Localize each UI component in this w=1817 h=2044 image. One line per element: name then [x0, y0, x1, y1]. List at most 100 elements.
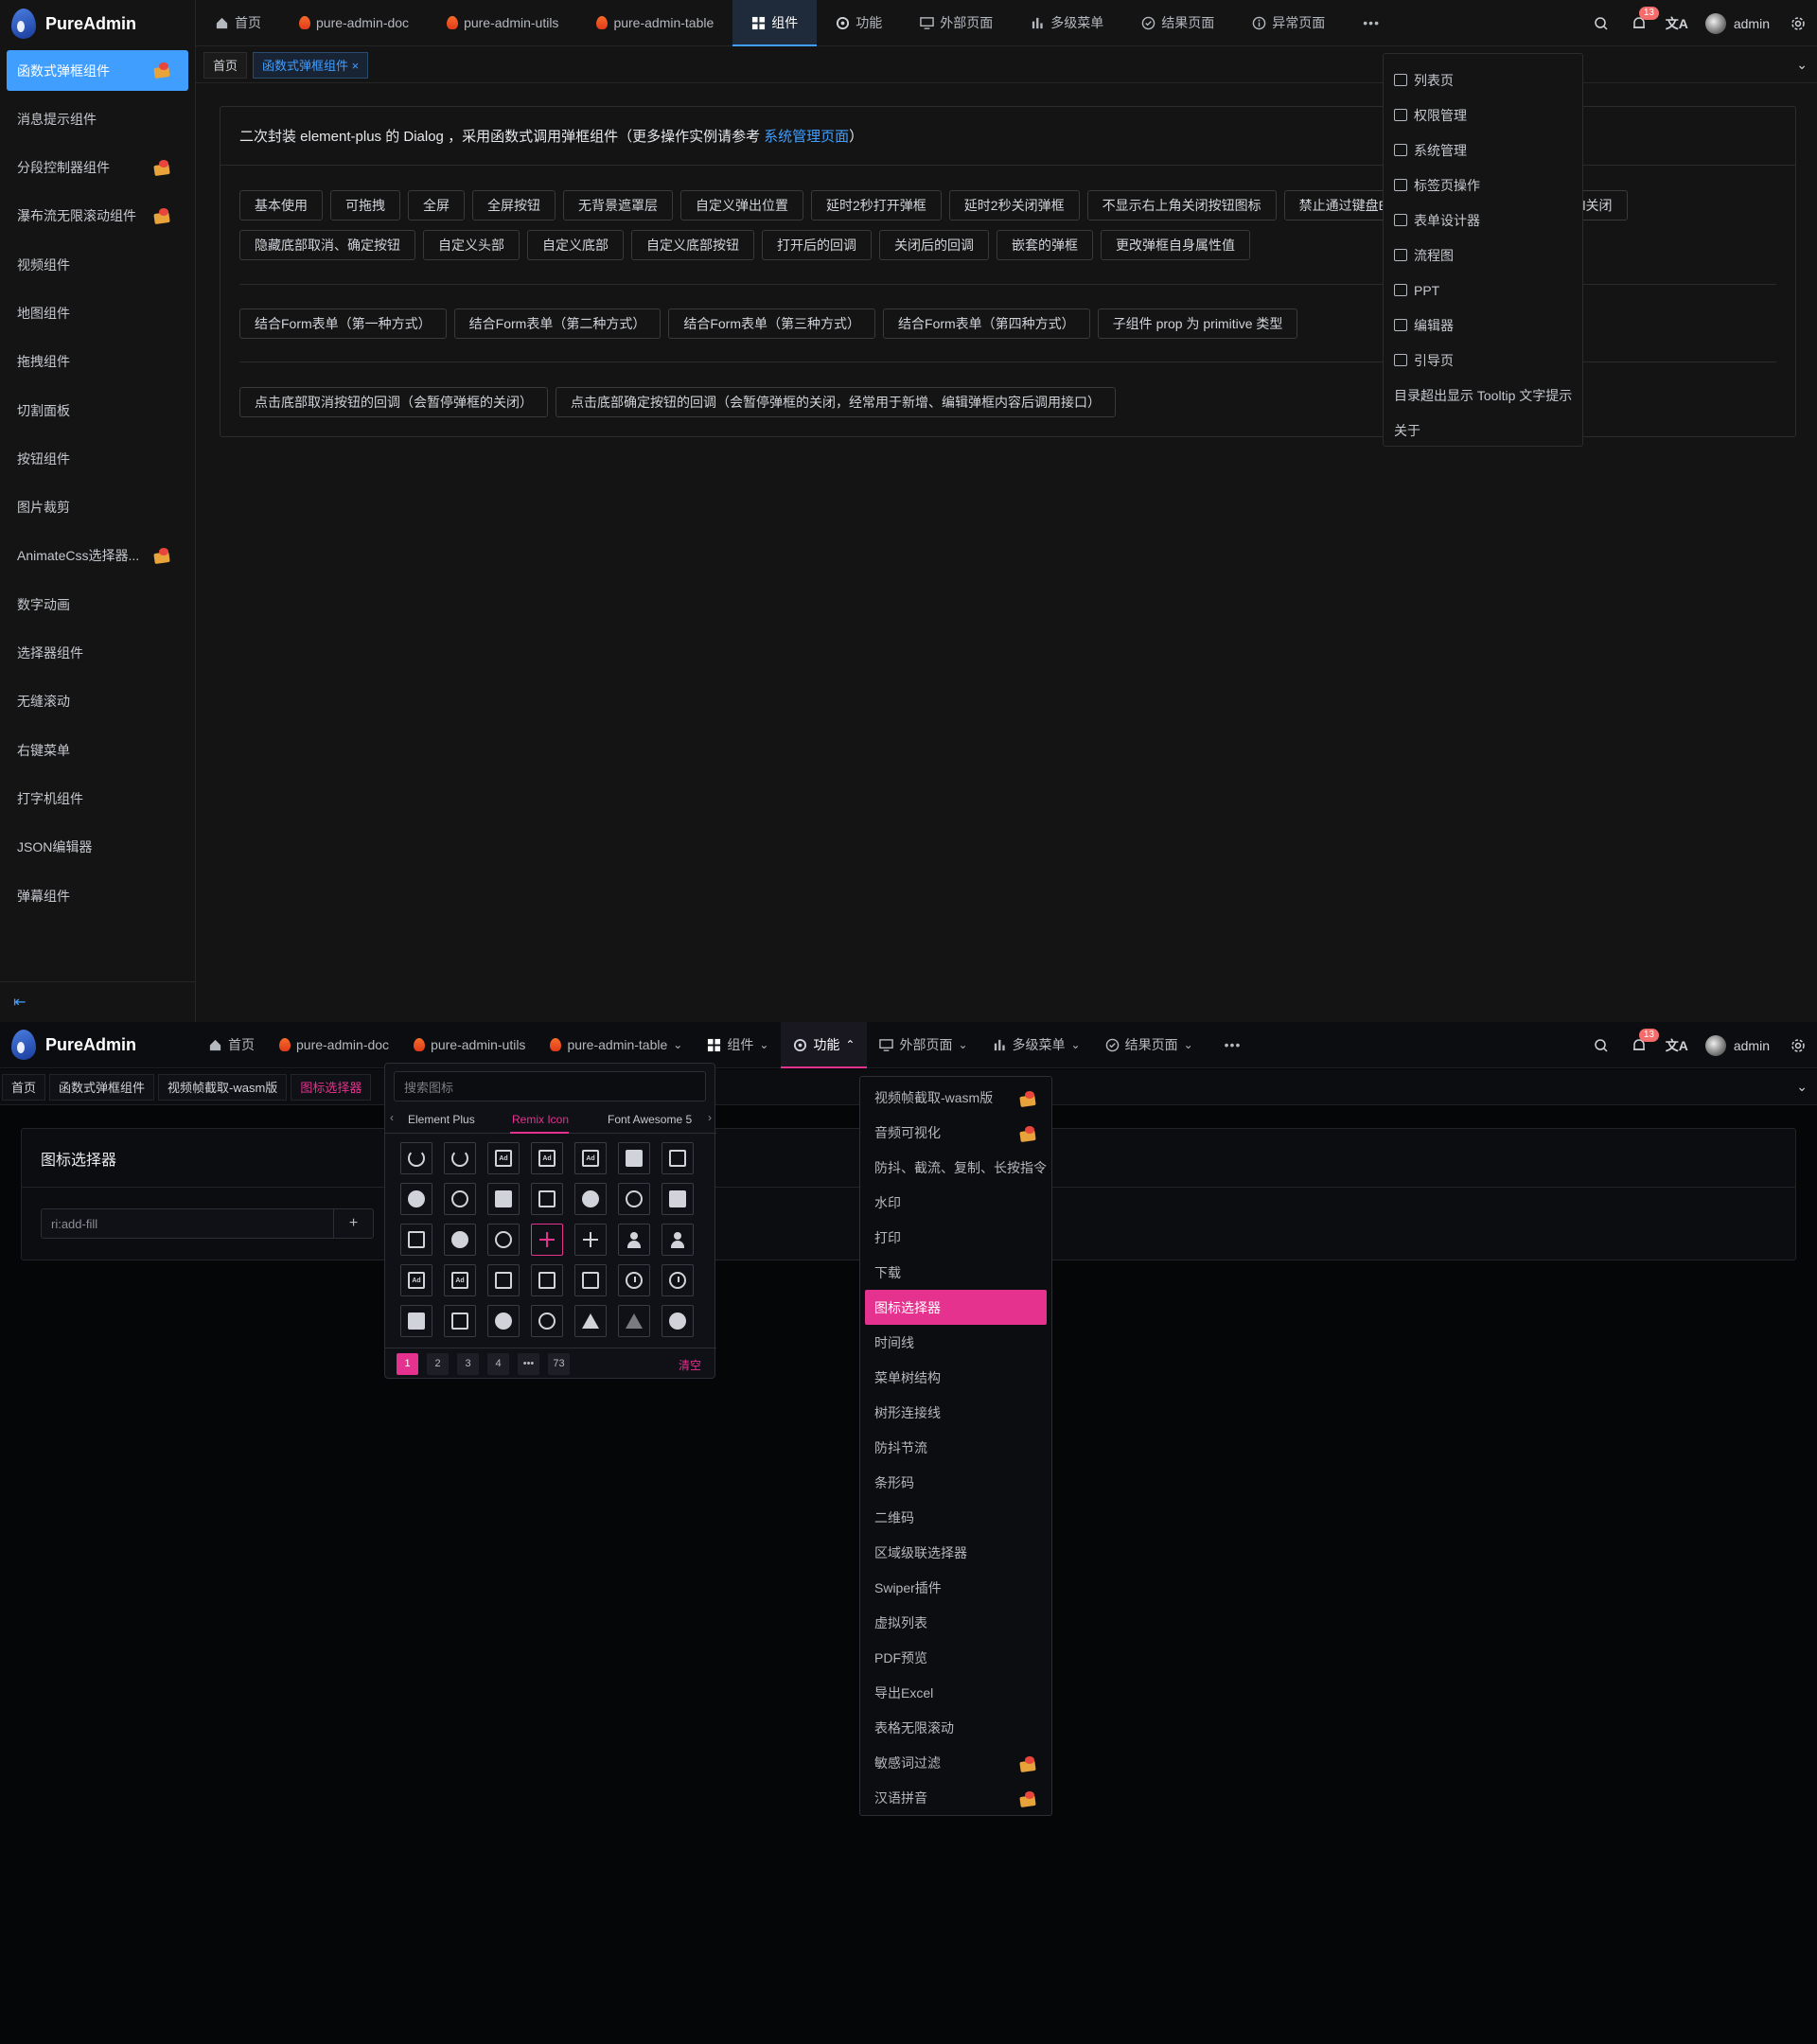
- icon-input[interactable]: ri:add-fill +: [41, 1208, 374, 1239]
- icon-cell[interactable]: [618, 1264, 650, 1296]
- sidebar-item[interactable]: 分段控制器组件: [7, 148, 188, 188]
- demo-button[interactable]: 隐藏底部取消、确定按钮: [239, 230, 415, 260]
- sidebar-item[interactable]: 拖拽组件: [7, 342, 188, 382]
- demo-button[interactable]: 自定义头部: [423, 230, 520, 260]
- demo-button[interactable]: 结合Form表单（第三种方式）: [668, 308, 876, 339]
- more-menu-item[interactable]: 列表页: [1384, 62, 1582, 97]
- sidebar-item[interactable]: 函数式弹框组件: [7, 50, 188, 91]
- nav-item[interactable]: pure-admin-doc: [280, 0, 428, 46]
- tabs-next-icon[interactable]: ›: [708, 1111, 712, 1124]
- nav-item[interactable]: 首页: [196, 1022, 267, 1068]
- user-menu[interactable]: admin: [1696, 1022, 1779, 1068]
- tab-element-plus[interactable]: Element Plus: [408, 1113, 475, 1126]
- function-menu-item[interactable]: 区域级联选择器: [865, 1535, 1047, 1570]
- function-menu-item[interactable]: Swiper插件: [865, 1570, 1047, 1605]
- demo-button[interactable]: 不显示右上角关闭按钮图标: [1086, 190, 1277, 220]
- demo-button[interactable]: 无背景遮罩层: [563, 190, 673, 220]
- page-number[interactable]: 3: [457, 1352, 479, 1375]
- page-number[interactable]: 2: [427, 1352, 449, 1375]
- icon-cell[interactable]: [531, 1224, 563, 1256]
- user-menu[interactable]: admin: [1696, 0, 1779, 46]
- tag-item[interactable]: 首页: [2, 1073, 46, 1101]
- icon-cell[interactable]: [400, 1142, 432, 1174]
- demo-button[interactable]: 点击底部取消按钮的回调（会暂停弹框的关闭）: [239, 387, 548, 417]
- icon-cell[interactable]: [531, 1264, 563, 1296]
- sidebar-item[interactable]: AnimateCss选择器...: [7, 536, 188, 576]
- icon-cell[interactable]: [618, 1183, 650, 1215]
- function-menu-item[interactable]: 时间线: [865, 1325, 1047, 1360]
- sidebar-item[interactable]: 弹幕组件: [7, 875, 188, 916]
- icon-cell[interactable]: [400, 1224, 432, 1256]
- demo-button[interactable]: 基本使用: [239, 190, 323, 220]
- function-menu-item[interactable]: 防抖、截流、复制、长按指令: [865, 1150, 1047, 1185]
- icon-cell[interactable]: Ad: [400, 1264, 432, 1296]
- logo[interactable]: PureAdmin: [0, 0, 195, 47]
- more-menu-item[interactable]: 系统管理: [1384, 132, 1582, 167]
- demo-button[interactable]: 全屏按钮: [472, 190, 556, 220]
- tab-remix-icon[interactable]: Remix Icon: [512, 1113, 569, 1126]
- function-menu-item[interactable]: 表格无限滚动: [865, 1710, 1047, 1745]
- icon-cell[interactable]: [487, 1264, 520, 1296]
- nav-item[interactable]: pure-admin-table ⌄: [538, 1022, 695, 1068]
- demo-button[interactable]: 嵌套的弹框: [997, 230, 1093, 260]
- sidebar-item[interactable]: 地图组件: [7, 292, 188, 333]
- function-menu-item[interactable]: 菜单树结构: [865, 1360, 1047, 1395]
- nav-item[interactable]: 外部页面: [901, 0, 1012, 46]
- page-number[interactable]: 1: [397, 1352, 418, 1375]
- function-menu-item[interactable]: 敏感词过滤: [865, 1745, 1047, 1780]
- more-menu-item[interactable]: 关于: [1384, 413, 1582, 448]
- icon-cell[interactable]: [618, 1142, 650, 1174]
- icon-cell[interactable]: Ad: [487, 1142, 520, 1174]
- icon-cell[interactable]: [487, 1305, 520, 1337]
- sidebar-item[interactable]: 瀑布流无限滚动组件: [7, 196, 188, 237]
- tags-chevron-down-icon[interactable]: ⌄: [1796, 57, 1808, 73]
- sidebar-item[interactable]: 选择器组件: [7, 633, 188, 674]
- tabs-prev-icon[interactable]: ‹: [390, 1111, 394, 1124]
- icon-search-input[interactable]: 搜索图标: [394, 1071, 706, 1101]
- function-menu-item[interactable]: 打印: [865, 1220, 1047, 1255]
- sidebar-item[interactable]: 右键菜单: [7, 730, 188, 770]
- function-menu-item[interactable]: 条形码: [865, 1465, 1047, 1500]
- tag-item[interactable]: 函数式弹框组件: [49, 1073, 155, 1101]
- function-menu-item[interactable]: 图标选择器: [865, 1290, 1047, 1325]
- demo-button[interactable]: 自定义弹出位置: [680, 190, 803, 220]
- search-icon[interactable]: [1582, 0, 1620, 46]
- demo-button[interactable]: 结合Form表单（第二种方式）: [453, 308, 662, 339]
- nav-item[interactable]: 外部页面 ⌄: [867, 1022, 979, 1068]
- more-menu-item[interactable]: 标签页操作: [1384, 167, 1582, 203]
- icon-cell[interactable]: [662, 1224, 694, 1256]
- demo-button[interactable]: 延时2秒关闭弹框: [948, 190, 1080, 220]
- demo-button[interactable]: 关闭后的回调: [879, 230, 989, 260]
- more-menu-item[interactable]: 表单设计器: [1384, 203, 1582, 238]
- icon-cell[interactable]: [487, 1224, 520, 1256]
- sidebar-item[interactable]: 消息提示组件: [7, 98, 188, 139]
- icon-cell[interactable]: [400, 1305, 432, 1337]
- nav-item[interactable]: 组件 ⌄: [695, 1022, 781, 1068]
- nav-item[interactable]: pure-admin-table: [577, 0, 732, 46]
- icon-cell[interactable]: [662, 1264, 694, 1296]
- more-menu-item[interactable]: 目录超出显示 Tooltip 文字提示: [1384, 378, 1582, 413]
- demo-button[interactable]: 自定义底部: [527, 230, 624, 260]
- tab-font-awesome[interactable]: Font Awesome 5: [608, 1113, 692, 1126]
- icon-cell[interactable]: [444, 1142, 476, 1174]
- more-menu-item[interactable]: 流程图: [1384, 238, 1582, 273]
- demo-button[interactable]: 更改弹框自身属性值: [1101, 230, 1250, 260]
- nav-item[interactable]: pure-admin-doc: [267, 1022, 401, 1068]
- page-number[interactable]: •••: [518, 1352, 539, 1375]
- tag-item[interactable]: 视频帧截取-wasm版: [158, 1073, 288, 1101]
- icon-cell[interactable]: [662, 1305, 694, 1337]
- nav-item[interactable]: 结果页面: [1122, 0, 1233, 46]
- search-icon[interactable]: [1582, 1022, 1620, 1068]
- translate-icon[interactable]: 文A: [1658, 1022, 1696, 1068]
- function-menu-item[interactable]: 二维码: [865, 1500, 1047, 1535]
- system-management-link[interactable]: 系统管理页面: [764, 126, 849, 146]
- demo-button[interactable]: 可拖拽: [330, 190, 400, 220]
- icon-cell[interactable]: Ad: [531, 1142, 563, 1174]
- nav-item[interactable]: 结果页面 ⌄: [1093, 1022, 1206, 1068]
- icon-cell[interactable]: [444, 1305, 476, 1337]
- sidebar-item[interactable]: 无缝滚动: [7, 681, 188, 722]
- add-icon-button[interactable]: +: [333, 1209, 373, 1238]
- nav-item[interactable]: pure-admin-utils: [428, 0, 577, 46]
- sidebar-item[interactable]: 视频组件: [7, 244, 188, 285]
- icon-cell[interactable]: [662, 1183, 694, 1215]
